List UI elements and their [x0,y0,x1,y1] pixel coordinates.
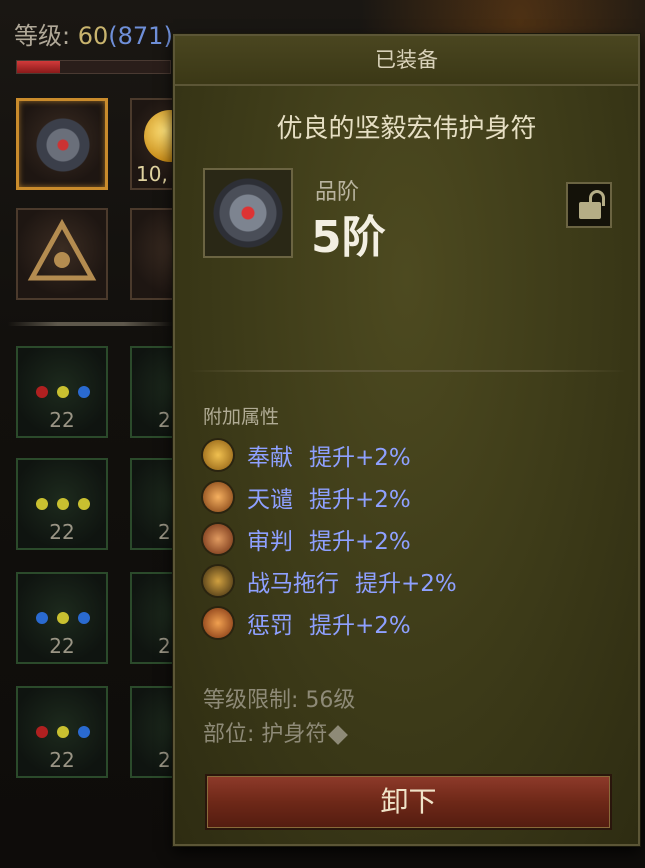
gem-level: 22 [49,634,75,658]
amulet-slot-icon [328,725,349,745]
attribute-effect: 提升+2% [309,613,411,639]
charger-icon [203,566,233,596]
xp-fill [17,61,60,73]
attribute-effect: 提升+2% [309,487,411,513]
equipped-header: 已装备 [175,36,638,86]
gem-slot[interactable]: 22 [16,458,108,550]
gem-sockets [36,612,90,626]
consecration-icon [203,440,233,470]
attribute-effect: 提升+2% [309,445,411,471]
item-icon-frame [203,168,293,258]
wrath-icon [203,482,233,512]
attribute-name: 天谴 [247,487,293,513]
lock-body [579,202,601,219]
gem-level: 22 [49,748,75,772]
judgment-icon [203,524,233,554]
gem-slot[interactable]: 22 [16,686,108,778]
attribute-name: 惩罚 [247,613,293,639]
level-display: 等级: 60(871) [14,16,173,51]
amulet-icon [213,178,283,248]
gem-sockets [36,726,90,740]
attribute-row: 审判 提升+2% [203,518,457,560]
attribute-name: 战马拖行 [247,571,339,597]
gem-level: 22 [49,520,75,544]
attribute-effect: 提升+2% [355,571,457,597]
attribute-effect: 提升+2% [309,529,411,555]
attribute-row: 天谴 提升+2% [203,476,457,518]
lock-button[interactable] [566,182,612,228]
attributes-list: 奉献 提升+2% 天谴 提升+2% 审判 提升+2% 战马拖行 提升+2% 惩罚… [203,434,457,644]
gem-sockets [36,386,90,400]
amulet-icon [31,113,95,177]
paragon-level: (871) [108,22,173,50]
gem-slot[interactable]: 22 [16,346,108,438]
gem-level: 22 [49,408,75,432]
gem-slot[interactable]: 22 [16,572,108,664]
attribute-name: 奉献 [247,445,293,471]
level-label: 等级: [14,22,71,50]
gem-sockets [36,498,90,512]
slot-info: 部位: 护身符 [203,716,349,748]
section-divider [8,322,173,326]
attributes-title: 附加属性 [203,406,280,428]
item-name: 优良的坚毅宏伟护身符 [276,114,537,144]
level-value: 60 [77,22,109,50]
attribute-row: 奉献 提升+2% [203,434,457,476]
emblem-slot[interactable] [16,208,108,300]
attribute-row: 战马拖行 提升+2% [203,560,457,602]
xp-bar [16,60,171,74]
gold-amount: 10, [136,162,168,186]
punish-icon [203,608,233,638]
grade-value: 5阶 [311,212,386,263]
divider [189,370,626,372]
triangle-emblem-icon [27,218,97,281]
attribute-name: 审判 [247,529,293,555]
unequip-button[interactable]: 卸下 [205,774,612,830]
item-tooltip: 已装备 优良的坚毅宏伟护身符 品阶 5阶 附加属性 奉献 提升+2% 天谴 提升… [173,34,640,846]
attribute-row: 惩罚 提升+2% [203,602,457,644]
level-requirement: 等级限制: 56级 [203,688,356,713]
amulet-slot[interactable] [16,98,108,190]
slot-text: 部位: 护身符 [203,722,328,747]
